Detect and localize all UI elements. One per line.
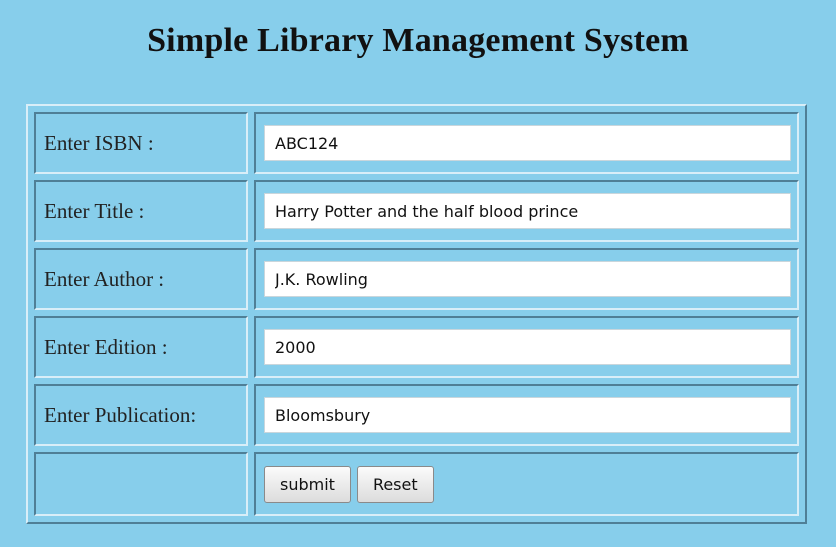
title-input[interactable] xyxy=(264,193,791,230)
actions-cell: submit Reset xyxy=(254,452,799,516)
title-label: Enter Title : xyxy=(34,180,248,243)
author-input[interactable] xyxy=(264,261,791,298)
submit-button[interactable]: submit xyxy=(264,465,351,503)
publication-label: Enter Publication: xyxy=(34,384,248,447)
publication-input[interactable] xyxy=(264,397,791,434)
title-cell xyxy=(254,180,799,243)
edition-input[interactable] xyxy=(264,329,791,366)
author-cell xyxy=(254,248,799,311)
book-entry-form: Enter ISBN : Enter Title : Enter Author … xyxy=(26,104,807,524)
isbn-label: Enter ISBN : xyxy=(34,112,248,175)
page-title: Simple Library Management System xyxy=(147,22,689,59)
reset-button[interactable]: Reset xyxy=(356,465,434,503)
isbn-row: Enter ISBN : xyxy=(34,112,799,175)
title-row: Enter Title : xyxy=(34,180,799,243)
publication-cell xyxy=(254,384,799,447)
edition-cell xyxy=(254,316,799,379)
edition-label: Enter Edition : xyxy=(34,316,248,379)
author-row: Enter Author : xyxy=(34,248,799,311)
author-label: Enter Author : xyxy=(34,248,248,311)
publication-row: Enter Publication: xyxy=(34,384,799,447)
actions-row: submit Reset xyxy=(34,452,799,516)
isbn-cell xyxy=(254,112,799,175)
empty-label-cell xyxy=(34,452,248,516)
edition-row: Enter Edition : xyxy=(34,316,799,379)
isbn-input[interactable] xyxy=(264,125,791,162)
